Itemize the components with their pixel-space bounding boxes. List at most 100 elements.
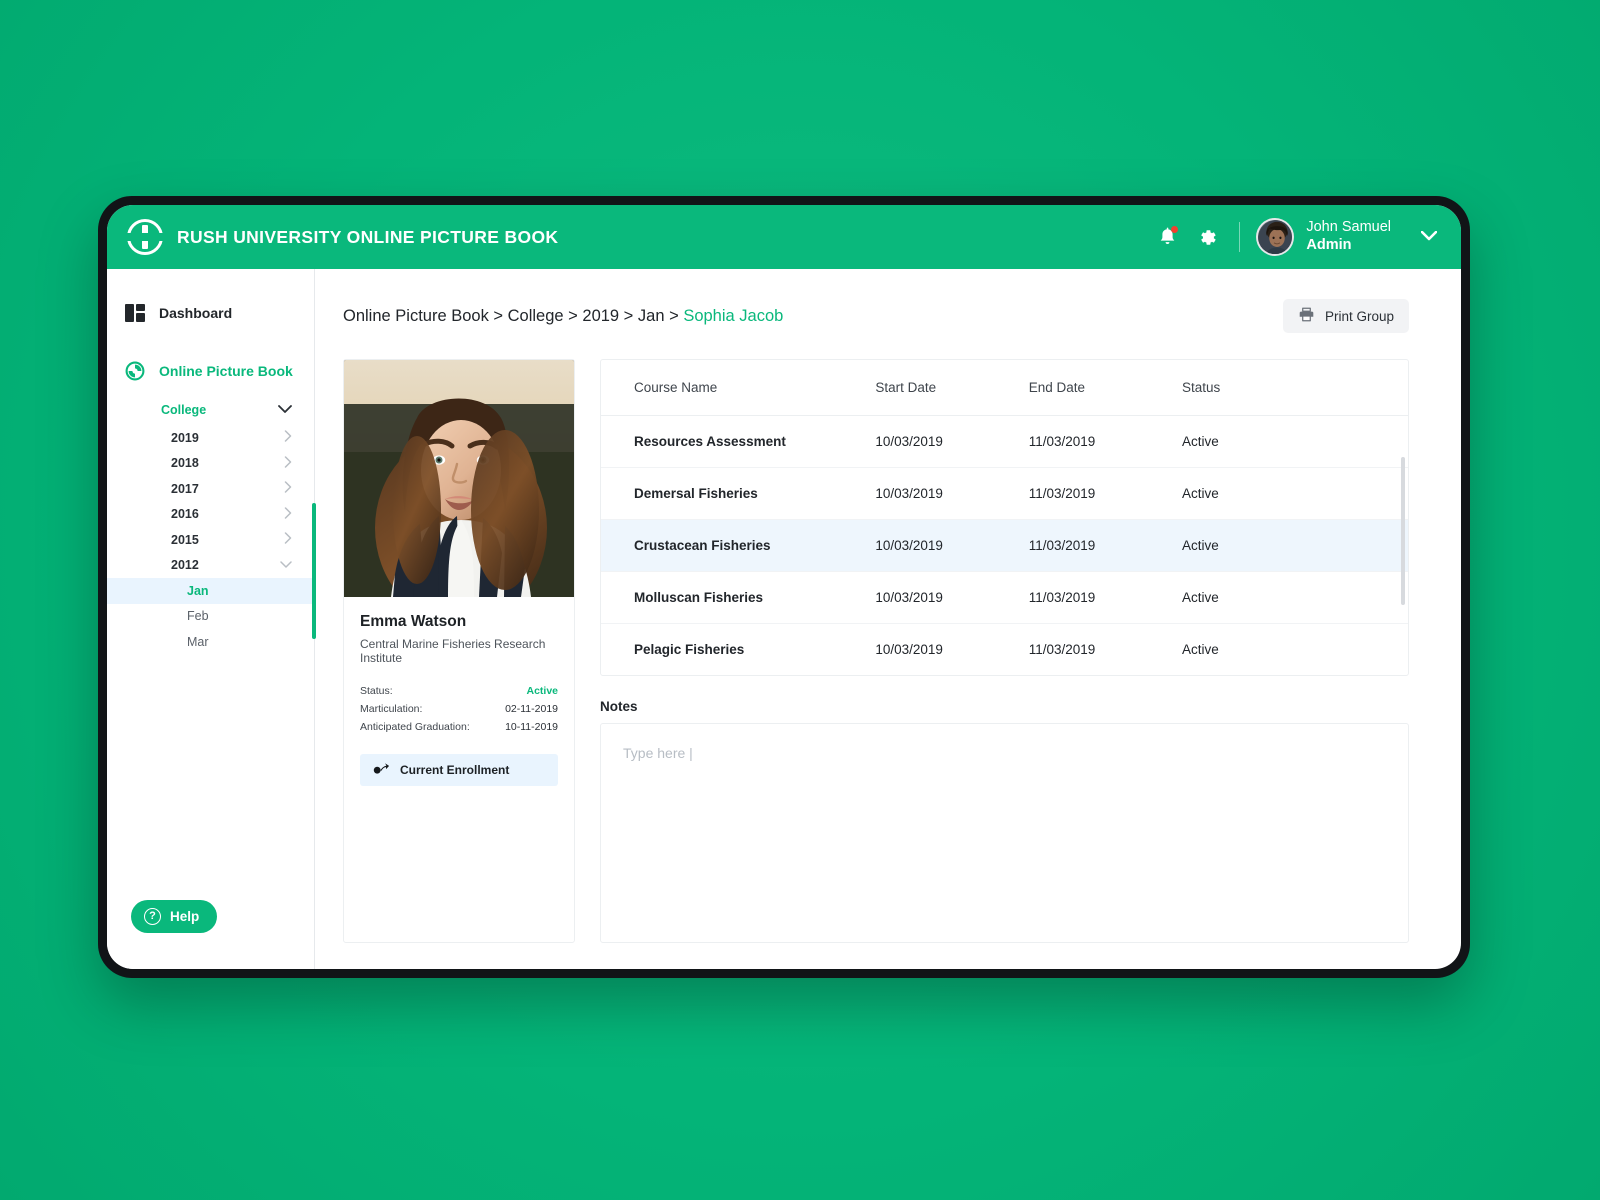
sidebar: Dashboard Online Picture Book College 20… <box>107 269 316 969</box>
content-grid: Emma Watson Central Marine Fisheries Res… <box>343 359 1409 969</box>
sidebar-item-year-2017[interactable]: 2017 <box>107 476 314 502</box>
column-header-course-name[interactable]: Course Name <box>601 360 876 416</box>
course-table-scrollbar[interactable] <box>1401 457 1405 605</box>
printer-icon <box>1298 306 1315 326</box>
avatar <box>1256 218 1295 256</box>
course-table-container: Course Name Start Date End Date Status R… <box>600 359 1409 676</box>
brand: RUSH UNIVERSITY ONLINE PICTURE BOOK <box>127 219 558 255</box>
sidebar-item-label: 2018 <box>171 456 199 471</box>
cell-end-date: 11/03/2019 <box>1028 415 1183 468</box>
current-enrollment-button[interactable]: Current Enrollment <box>360 754 558 786</box>
course-table: Course Name Start Date End Date Status R… <box>601 360 1408 675</box>
user-name: John Samuel <box>1306 219 1391 236</box>
chevron-down-icon <box>278 403 292 417</box>
sidebar-item-label: 2016 <box>171 507 199 522</box>
sidebar-item-year-2016[interactable]: 2016 <box>107 502 314 528</box>
notification-dot <box>1171 226 1179 233</box>
meta-row-graduation: Anticipated Graduation: 10-11-2019 <box>360 718 558 736</box>
cell-status: Active <box>1182 519 1408 572</box>
sidebar-item-label: 2019 <box>171 430 199 445</box>
table-row[interactable]: Pelagic Fisheries 10/03/2019 11/03/2019 … <box>601 624 1408 676</box>
cell-status: Active <box>1182 642 1219 657</box>
status-badge: Active <box>526 685 558 697</box>
cell-course-name: Crustacean Fisheries <box>601 519 876 572</box>
sidebar-item-label: 2015 <box>171 532 199 547</box>
picture-book-icon <box>125 361 145 381</box>
user-info: John Samuel Admin <box>1306 219 1391 254</box>
sidebar-item-label: Online Picture Book <box>159 363 293 379</box>
app-header: RUSH UNIVERSITY ONLINE PICTURE BOOK John… <box>107 205 1461 269</box>
enrollment-icon <box>373 762 390 778</box>
print-group-label: Print Group <box>1324 308 1394 324</box>
breadcrumb-current[interactable]: Sophia Jacob <box>683 307 783 325</box>
print-group-button[interactable]: Print Group <box>1282 299 1409 333</box>
sidebar-item-year-2019[interactable]: 2019 <box>107 425 314 451</box>
sidebar-item-label: Feb <box>187 609 209 624</box>
chevron-down-icon <box>280 558 292 572</box>
cell-end-date: 11/03/2019 <box>1028 519 1183 572</box>
dashboard-grid-icon <box>125 304 145 322</box>
sidebar-item-year-2018[interactable]: 2018 <box>107 451 314 477</box>
cell-status: Active <box>1182 571 1408 624</box>
cell-course-name: Resources Assessment <box>601 415 876 468</box>
sidebar-item-month-mar[interactable]: Mar <box>107 629 314 655</box>
app-title: RUSH UNIVERSITY ONLINE PICTURE BOOK <box>177 226 559 247</box>
profile-name: Emma Watson <box>360 613 467 630</box>
table-row[interactable]: Resources Assessment 10/03/2019 11/03/20… <box>601 415 1408 468</box>
question-circle-icon: ? <box>144 908 161 925</box>
cell-end-date: 11/03/2019 <box>1028 642 1096 657</box>
column-header-start-date[interactable]: Start Date <box>875 360 1029 416</box>
meta-label: Status: <box>360 685 393 697</box>
current-enrollment-label: Current Enrollment <box>400 763 510 777</box>
column-header-end-date[interactable]: End Date <box>1028 360 1183 416</box>
cell-start-date: 10/03/2019 <box>875 519 1029 572</box>
sidebar-item-dashboard[interactable]: Dashboard <box>107 295 314 331</box>
table-row[interactable]: Molluscan Fisheries 10/03/2019 11/03/201… <box>601 571 1408 624</box>
help-button[interactable]: ? Help <box>131 900 218 933</box>
meta-row-status: Status: Active <box>360 682 558 700</box>
meta-label: Anticipated Graduation: <box>360 721 470 733</box>
cell-status: Active <box>1182 415 1408 468</box>
sidebar-item-year-2012[interactable]: 2012 <box>107 553 314 579</box>
column-header-status[interactable]: Status <box>1182 360 1408 416</box>
sidebar-item-year-2015[interactable]: 2015 <box>107 527 314 553</box>
sidebar-item-online-picture-book[interactable]: Online Picture Book <box>107 353 314 389</box>
table-row[interactable]: Demersal Fisheries 10/03/2019 11/03/2019… <box>601 467 1408 520</box>
sidebar-item-label: Dashboard <box>159 305 233 321</box>
chevron-down-icon[interactable] <box>1420 228 1438 246</box>
app-screen: RUSH UNIVERSITY ONLINE PICTURE BOOK John… <box>107 205 1461 969</box>
cell-course-name: Molluscan Fisheries <box>601 571 876 624</box>
user-role: Admin <box>1306 237 1352 253</box>
header-actions: John Samuel Admin <box>1147 217 1438 257</box>
chevron-right-icon <box>284 481 292 496</box>
bell-icon[interactable] <box>1147 217 1187 257</box>
sidebar-scrollbar[interactable] <box>312 503 316 639</box>
gear-icon[interactable] <box>1187 217 1227 257</box>
workspace: Dashboard Online Picture Book College 20… <box>107 269 1461 969</box>
cell-start-date: 10/03/2019 <box>875 467 1029 520</box>
sidebar-item-month-feb[interactable]: Feb <box>107 604 314 630</box>
sidebar-item-label: College <box>161 403 207 417</box>
header-divider <box>1239 222 1241 252</box>
user-menu[interactable]: John Samuel Admin <box>1256 218 1438 256</box>
notes-input[interactable] <box>600 723 1409 943</box>
profile-body: Emma Watson Central Marine Fisheries Res… <box>344 597 574 786</box>
breadcrumb-trail[interactable]: Online Picture Book > College > 2019 > J… <box>343 307 683 325</box>
main-header: Online Picture Book > College > 2019 > J… <box>343 269 1409 359</box>
notes-label: Notes <box>600 699 638 714</box>
cell-end-date: 11/03/2019 <box>1028 571 1183 624</box>
sidebar-item-label: 2017 <box>171 481 199 496</box>
chevron-right-icon <box>284 507 292 522</box>
cell-status: Active <box>1182 467 1408 520</box>
chevron-right-icon <box>284 456 292 471</box>
table-row[interactable]: Crustacean Fisheries 10/03/2019 11/03/20… <box>601 519 1408 572</box>
meta-value: 02-11-2019 <box>505 703 558 715</box>
student-portrait <box>344 360 574 597</box>
sidebar-item-college[interactable]: College <box>107 397 314 423</box>
meta-value: 10-11-2019 <box>505 721 558 733</box>
meta-label: Marticulation: <box>360 703 423 715</box>
course-table-head: Course Name Start Date End Date Status <box>601 360 1408 416</box>
cell-start-date: 10/03/2019 <box>875 571 1029 624</box>
sidebar-item-month-jan[interactable]: Jan <box>107 578 314 604</box>
device-frame: RUSH UNIVERSITY ONLINE PICTURE BOOK John… <box>98 196 1470 978</box>
